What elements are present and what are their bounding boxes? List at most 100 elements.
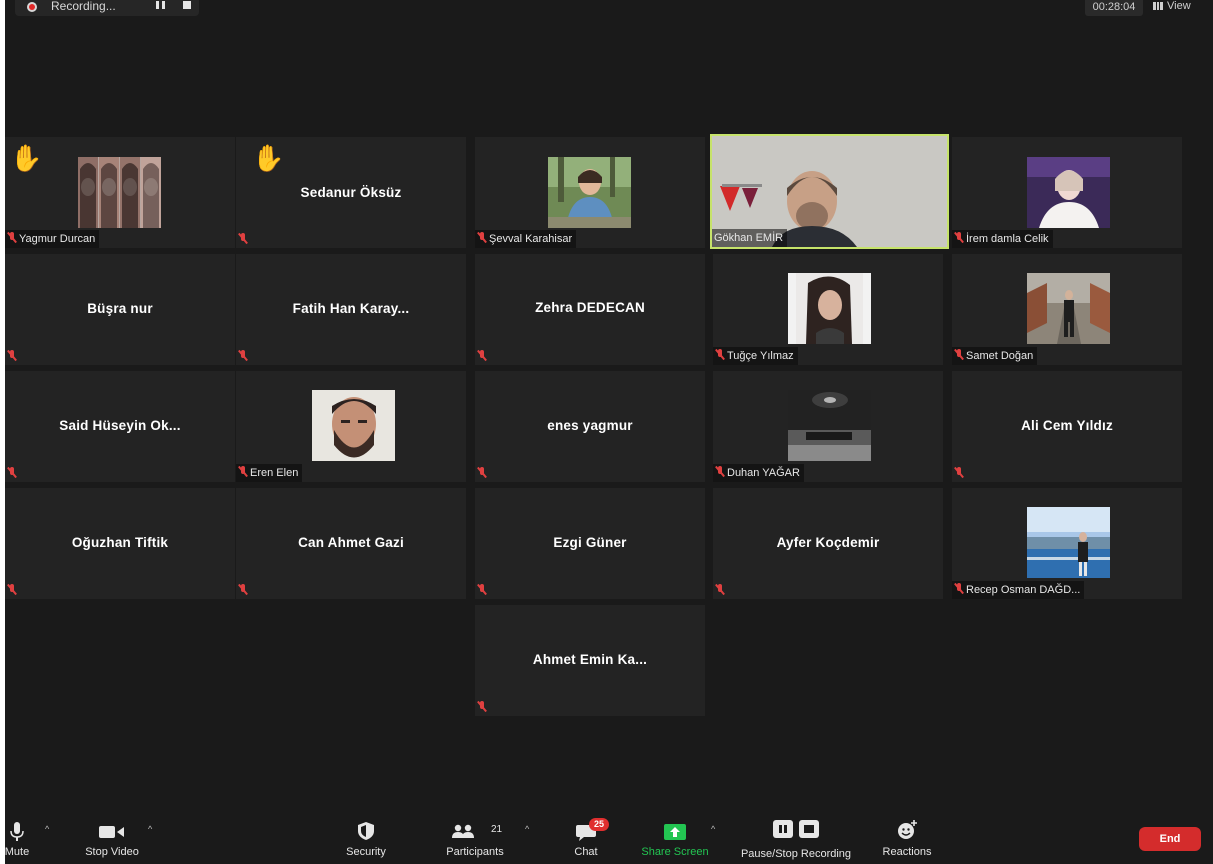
participant-photo: [548, 157, 631, 228]
participant-name: Sedanur Öksüz: [300, 185, 402, 200]
pause-stop-recording-icon: [773, 820, 819, 838]
pause-stop-recording-label: Pause/Stop Recording: [740, 848, 852, 860]
participant-tile-busra-nur[interactable]: Büşra nur: [5, 254, 235, 365]
participant-tile-said-huseyin-ok[interactable]: Said Hüseyin Ok...: [5, 371, 235, 482]
participant-photo: [788, 273, 871, 344]
participant-name: enes yagmur: [547, 418, 633, 433]
participant-name: Fatih Han Karay...: [292, 301, 410, 316]
chat-button[interactable]: 25 Chat: [565, 810, 609, 864]
participant-tile-yagmur-durcan[interactable]: ✋ Yagmur Durcan: [5, 137, 235, 248]
participant-name: Ali Cem Yıldız: [1021, 418, 1113, 433]
mute-button[interactable]: Mute: [5, 810, 39, 864]
share-screen-button[interactable]: Share Screen: [635, 810, 715, 864]
meeting-toolbar: Mute ^ Stop Video ^ Security 21 Particip…: [5, 810, 1213, 864]
stop-recording-icon[interactable]: [183, 1, 191, 9]
video-camera-icon: [99, 826, 124, 838]
participant-tile-gokhan-emir[interactable]: Gökhan EMİR: [710, 134, 949, 249]
participant-tile-ayfer-kocdemir[interactable]: Ayfer Koçdemir: [713, 488, 943, 599]
recording-label: Recording...: [51, 0, 116, 13]
participants-options-caret-icon[interactable]: ^: [525, 824, 529, 834]
participant-photo: [1027, 507, 1110, 578]
participant-tile-tugce-yilmaz[interactable]: Tuğçe Yılmaz: [713, 254, 943, 365]
muted-mic-icon: [954, 349, 964, 361]
mute-label: Mute: [5, 846, 30, 858]
participant-tile-fatih-han-karay[interactable]: Fatih Han Karay...: [236, 254, 466, 365]
end-meeting-button[interactable]: End: [1139, 827, 1201, 851]
share-options-caret-icon[interactable]: ^: [711, 824, 715, 834]
participant-photo: [788, 390, 871, 461]
participant-name-tag: Gökhan EMİR: [712, 229, 788, 247]
chat-unread-badge: 25: [589, 818, 609, 831]
meeting-timer: 00:28:04: [1085, 0, 1143, 16]
grid-view-icon: [1153, 2, 1163, 10]
share-screen-icon: [664, 824, 686, 840]
participant-tile-zehra-dedecan[interactable]: Zehra DEDECAN: [475, 254, 705, 365]
muted-mic-icon: [715, 466, 725, 478]
pause-recording-icon[interactable]: [156, 1, 166, 9]
chat-label: Chat: [574, 846, 598, 858]
reactions-button[interactable]: Reactions: [875, 810, 939, 864]
shield-icon: [358, 822, 374, 840]
muted-mic-icon: [477, 350, 487, 362]
muted-mic-icon: [477, 701, 487, 713]
participant-name-tag: Tuğçe Yılmaz: [713, 347, 798, 365]
muted-mic-icon: [238, 466, 248, 478]
participant-tile-ali-cem-yildiz[interactable]: Ali Cem Yıldız: [952, 371, 1182, 482]
participant-photo: [1027, 273, 1110, 344]
muted-mic-icon: [477, 232, 487, 244]
participants-button[interactable]: 21 Participants: [439, 810, 511, 864]
participant-name-tag: Samet Doğan: [952, 347, 1038, 365]
muted-mic-icon: [7, 350, 17, 362]
muted-mic-icon: [477, 584, 487, 596]
participant-tile-recep-osman-dagd[interactable]: Recep Osman DAĞD...: [952, 488, 1182, 599]
participant-tile-sevval-karahisar[interactable]: Şevval Karahisar: [475, 137, 705, 248]
participant-tile-samet-dogan[interactable]: Samet Doğan: [952, 254, 1182, 365]
participant-name: Oğuzhan Tiftik: [71, 535, 169, 550]
participants-count: 21: [491, 824, 503, 835]
participant-name-tag: İrem damla Celik: [952, 230, 1053, 248]
raised-hand-icon: ✋: [252, 143, 285, 173]
security-label: Security: [346, 846, 386, 858]
participant-name-tag: Yagmur Durcan: [5, 230, 100, 248]
muted-mic-icon: [7, 467, 17, 479]
participant-tile-can-ahmet-gazi[interactable]: Can Ahmet Gazi: [236, 488, 466, 599]
muted-mic-icon: [954, 583, 964, 595]
participant-tile-eren-elen[interactable]: Eren Elen: [236, 371, 466, 482]
raised-hand-icon: ✋: [10, 143, 43, 173]
participant-name-tag: Recep Osman DAĞD...: [952, 581, 1085, 599]
audio-options-caret-icon[interactable]: ^: [45, 824, 49, 834]
pause-stop-recording-button[interactable]: Pause/Stop Recording: [731, 810, 861, 864]
stop-video-button[interactable]: Stop Video: [75, 810, 149, 864]
microphone-icon: [10, 822, 24, 841]
participants-icon: [452, 824, 474, 838]
participant-tile-enes-yagmur[interactable]: enes yagmur: [475, 371, 705, 482]
participants-label: Participants: [446, 846, 504, 858]
participant-tile-sedanur-oksuz[interactable]: ✋ Sedanur Öksüz: [236, 137, 466, 248]
participant-tile-oguzhan-tiftik[interactable]: Oğuzhan Tiftik: [5, 488, 235, 599]
participant-name: Ezgi Güner: [553, 535, 627, 550]
recording-indicator: Recording...: [15, 0, 199, 16]
participant-photo: [78, 157, 161, 228]
participant-name-tag: Şevval Karahisar: [475, 230, 577, 248]
participant-name: Ahmet Emin Ka...: [532, 652, 648, 667]
participant-name-tag: Duhan YAĞAR: [713, 464, 804, 482]
muted-mic-icon: [715, 349, 725, 361]
participant-tile-irem-damla-celik[interactable]: İrem damla Celik: [952, 137, 1182, 248]
participant-name-tag: Eren Elen: [236, 464, 303, 482]
participant-name: Büşra nur: [87, 301, 153, 316]
muted-mic-icon: [7, 232, 17, 244]
muted-mic-icon: [715, 584, 725, 596]
video-options-caret-icon[interactable]: ^: [148, 824, 152, 834]
reactions-smiley-icon: [898, 820, 917, 839]
participant-tile-ezgi-guner[interactable]: Ezgi Güner: [475, 488, 705, 599]
view-button[interactable]: View: [1153, 0, 1191, 16]
participant-name: Zehra DEDECAN: [535, 300, 645, 315]
participant-tile-duhan-yagar[interactable]: Duhan YAĞAR: [713, 371, 943, 482]
security-button[interactable]: Security: [335, 810, 397, 864]
participant-photo: [312, 390, 395, 461]
participant-name: Ayfer Koçdemir: [776, 535, 880, 550]
participant-name: Said Hüseyin Ok...: [59, 418, 181, 433]
participant-name: Can Ahmet Gazi: [298, 535, 404, 550]
participant-tile-ahmet-emin-ka[interactable]: Ahmet Emin Ka...: [475, 605, 705, 716]
meeting-window: Recording... 00:28:04 View ✋ Yagmur Durc…: [5, 0, 1213, 864]
